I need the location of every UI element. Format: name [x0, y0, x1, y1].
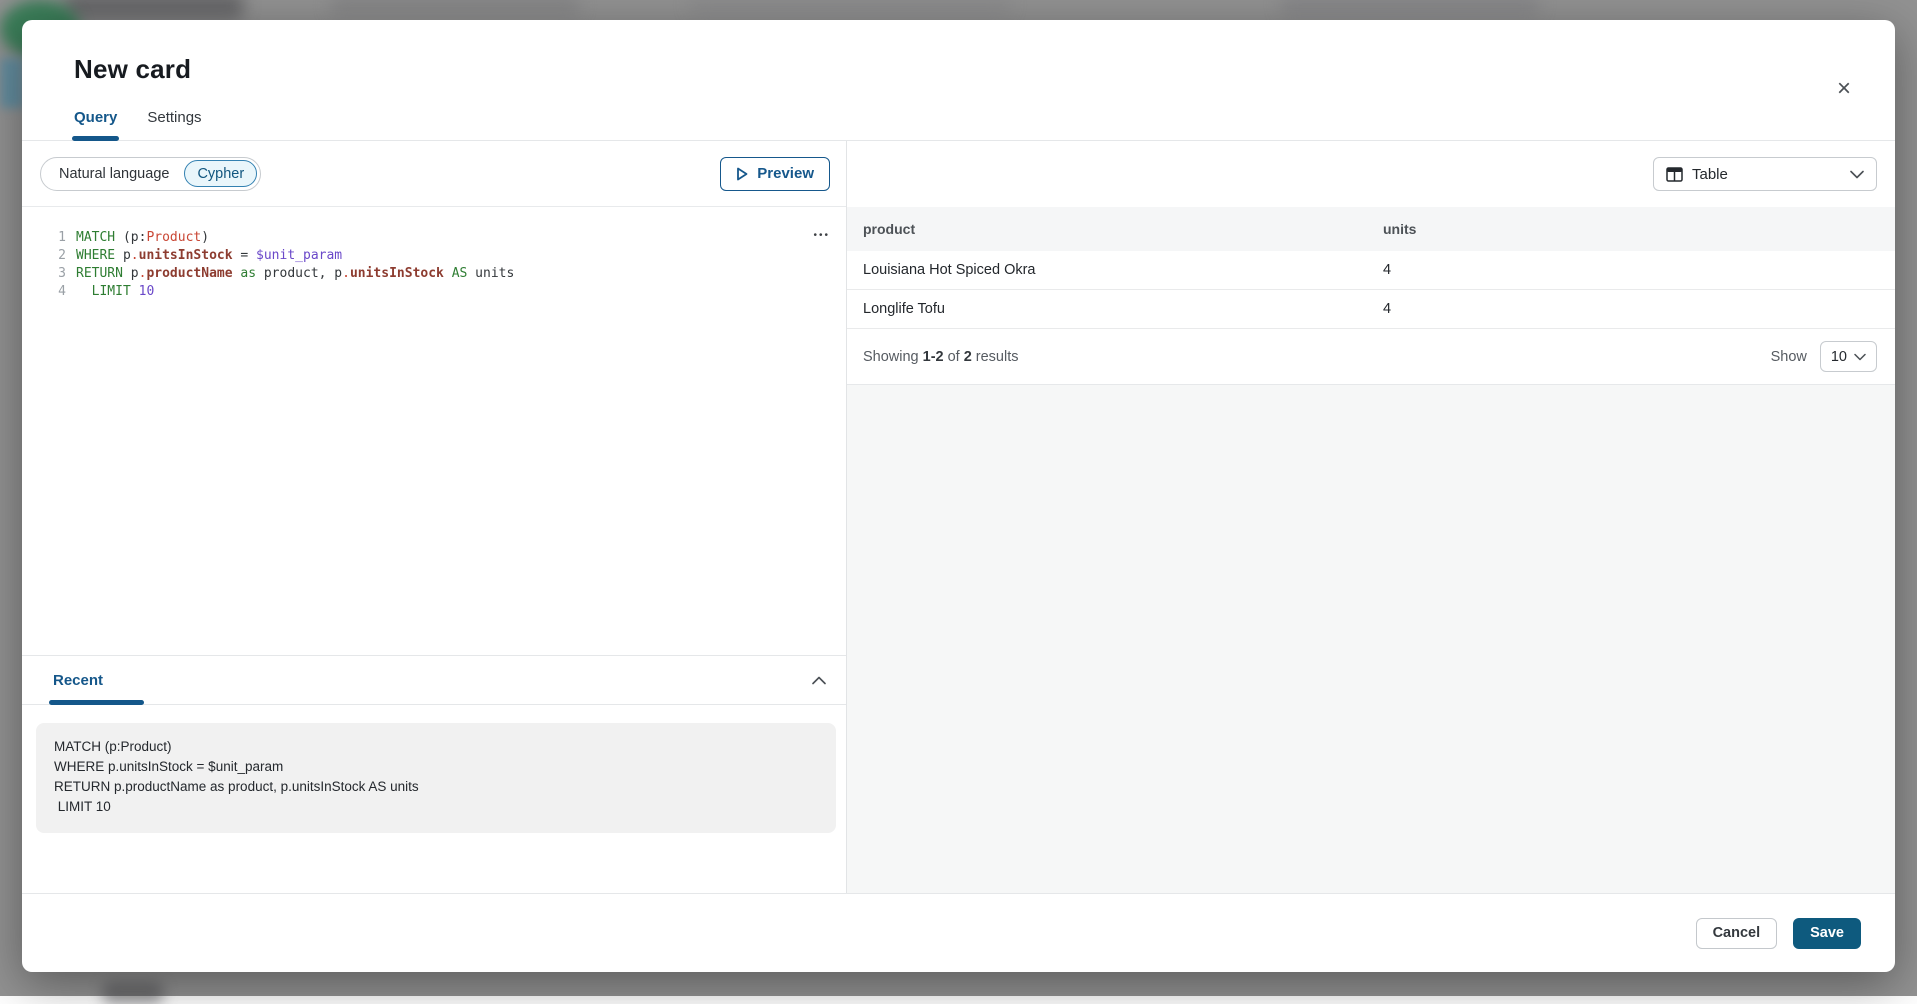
- play-icon: [736, 167, 748, 181]
- cell-product: Louisiana Hot Spiced Okra: [863, 262, 1383, 278]
- cell-units: 4: [1383, 301, 1879, 317]
- table-icon: [1666, 167, 1683, 182]
- recent-query-line: WHERE p.unitsInStock = $unit_param: [54, 757, 820, 777]
- background-topbar-blob: [330, 0, 580, 16]
- code-line: 2WHERE p.unitsInStock = $unit_param: [38, 247, 846, 265]
- dialog-header: New card ×: [22, 20, 1895, 85]
- cypher-code-editor[interactable]: 1MATCH (p:Product)2WHERE p.unitsInStock …: [22, 207, 846, 655]
- tab-query[interactable]: Query: [72, 109, 119, 140]
- toggle-cypher[interactable]: Cypher: [184, 160, 257, 187]
- tab-settings[interactable]: Settings: [145, 109, 203, 140]
- editor-toolbar: Natural language Cypher Preview: [22, 141, 846, 207]
- recent-query-line: MATCH (p:Product): [54, 737, 820, 757]
- recent-query-line: RETURN p.productName as product, p.units…: [54, 777, 820, 797]
- chevron-down-icon: [1854, 353, 1866, 361]
- save-button[interactable]: Save: [1793, 918, 1861, 949]
- cell-product: Longlife Tofu: [863, 301, 1383, 317]
- background-topbar-blob: [690, 0, 1010, 16]
- code-line: 3RETURN p.productName as product, p.unit…: [38, 265, 846, 283]
- chevron-down-icon: [1850, 170, 1864, 179]
- cell-units: 4: [1383, 262, 1879, 278]
- results-pagination: Showing1-2of2results Show 10: [847, 329, 1895, 385]
- results-toolbar: Table: [847, 141, 1895, 207]
- dialog-tabs: Query Settings: [22, 109, 1895, 141]
- results-count-text: Showing1-2of2results: [863, 349, 1018, 365]
- table-row[interactable]: Longlife Tofu4: [847, 290, 1895, 329]
- background-sidebar-blob: [0, 58, 24, 108]
- background-topbar-blob: [64, 0, 244, 20]
- dialog-footer: Cancel Save: [22, 893, 1895, 972]
- recent-query-list: MATCH (p:Product)WHERE p.unitsInStock = …: [22, 705, 846, 893]
- background-bottom-blob: [102, 982, 164, 1004]
- recent-label: Recent: [53, 672, 103, 689]
- recent-tab: Recent: [53, 656, 103, 704]
- results-empty-area: [847, 385, 1895, 893]
- new-card-dialog: New card × Query Settings Natural langua…: [22, 20, 1895, 972]
- code-lines: 1MATCH (p:Product)2WHERE p.unitsInStock …: [38, 229, 846, 301]
- preview-button[interactable]: Preview: [720, 157, 830, 191]
- page-size-dropdown[interactable]: 10: [1820, 341, 1877, 372]
- results-panel: Table product units Louisiana Hot Spiced…: [847, 141, 1895, 893]
- code-line: 4 LIMIT 10: [38, 283, 846, 301]
- show-label: Show: [1771, 349, 1807, 365]
- recent-underline: [49, 700, 144, 705]
- view-type-value: Table: [1692, 166, 1728, 183]
- cancel-button[interactable]: Cancel: [1696, 918, 1778, 949]
- page-size-value: 10: [1831, 349, 1847, 365]
- results-body: Louisiana Hot Spiced Okra4Longlife Tofu4: [847, 251, 1895, 329]
- close-icon[interactable]: ×: [1831, 76, 1857, 102]
- recent-section-header[interactable]: Recent: [22, 655, 846, 705]
- dialog-title: New card: [74, 54, 1895, 85]
- toggle-natural-language[interactable]: Natural language: [44, 160, 184, 187]
- active-tab-underline: [72, 136, 119, 141]
- editor-options-icon[interactable]: •••: [813, 231, 830, 241]
- table-row[interactable]: Louisiana Hot Spiced Okra4: [847, 251, 1895, 290]
- column-header-product: product: [863, 221, 1383, 237]
- code-line: 1MATCH (p:Product): [38, 229, 846, 247]
- recent-query-line: LIMIT 10: [54, 797, 820, 817]
- column-header-units: units: [1383, 221, 1879, 237]
- query-language-toggle: Natural language Cypher: [40, 157, 261, 191]
- background-topbar-blob: [1280, 0, 1540, 16]
- results-table-header: product units: [847, 207, 1895, 251]
- recent-query-text: MATCH (p:Product)WHERE p.unitsInStock = …: [54, 737, 820, 817]
- dialog-body: Natural language Cypher Preview 1MATCH (…: [22, 141, 1895, 893]
- query-editor-panel: Natural language Cypher Preview 1MATCH (…: [22, 141, 847, 893]
- recent-query-item[interactable]: MATCH (p:Product)WHERE p.unitsInStock = …: [36, 723, 836, 833]
- view-type-dropdown[interactable]: Table: [1653, 157, 1877, 191]
- chevron-up-icon[interactable]: [812, 676, 826, 685]
